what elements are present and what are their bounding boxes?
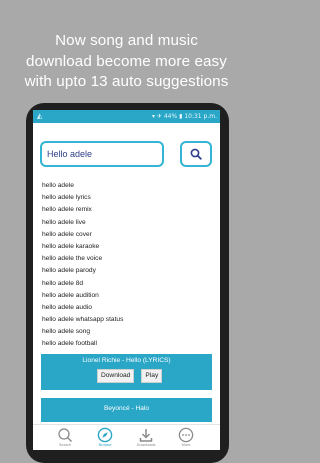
promo-line-3: with upto 13 auto suggestions xyxy=(24,73,229,90)
suggestion-item[interactable]: hello adele song xyxy=(42,326,212,338)
result-title: Beyoncé - Halo xyxy=(103,405,150,412)
result-title: Lionel Richie - Hello (LYRICS) xyxy=(82,357,171,364)
suggestion-item[interactable]: hello adele lyrics xyxy=(42,192,212,204)
suggestion-item[interactable]: hello adele football xyxy=(42,338,212,350)
search-input-value: Hello adele xyxy=(47,149,93,159)
search-input[interactable]: Hello adele xyxy=(40,141,164,167)
nav-more[interactable]: More xyxy=(166,425,206,448)
network-level: 44% xyxy=(163,113,178,120)
bottom-navigation: Search Browse Downloads More xyxy=(33,424,220,450)
airplane-icon: ✈ xyxy=(156,113,162,120)
more-icon xyxy=(178,427,194,443)
nav-label: Search xyxy=(58,443,72,447)
suggestion-item[interactable]: hello adele remix xyxy=(42,204,212,216)
compass-icon xyxy=(97,427,113,443)
nav-label: More xyxy=(181,443,191,447)
play-button[interactable]: Play xyxy=(141,369,163,383)
nav-search[interactable]: Search xyxy=(45,425,85,448)
status-time: 10:31 p.m. xyxy=(184,113,217,120)
search-icon xyxy=(58,428,73,443)
status-bar: ◭ ▾ ✈ 44% ▮ 10:31 p.m. xyxy=(33,110,220,123)
suggestion-item[interactable]: hello adele audio xyxy=(42,302,212,314)
suggestion-list: hello adele hello adele lyrics hello ade… xyxy=(42,180,212,351)
suggestion-item[interactable]: hello adele parody xyxy=(42,265,212,277)
promo-line-2: download become more easy xyxy=(26,52,227,70)
suggestion-item[interactable]: hello adele xyxy=(42,180,212,192)
suggestion-item[interactable]: hello adele cover xyxy=(42,229,212,241)
result-card: Beyoncé - Halo xyxy=(41,398,212,422)
download-button[interactable]: Download xyxy=(97,369,135,383)
battery-icon: ▮ xyxy=(179,113,183,120)
suggestion-item[interactable]: hello adele karaoke xyxy=(42,241,212,253)
suggestion-item[interactable]: hello adele whatsapp status xyxy=(42,314,212,326)
wifi-icon: ▾ xyxy=(151,113,155,120)
suggestion-item[interactable]: hello adele 8d xyxy=(42,278,212,290)
search-icon xyxy=(190,148,202,160)
phone-screen: ◭ ▾ ✈ 44% ▮ 10:31 p.m. Hello adele hello… xyxy=(33,110,220,450)
nav-label: Downloads xyxy=(136,443,156,447)
app-notification-icon: ◭ xyxy=(37,112,43,120)
suggestion-item[interactable]: hello adele audition xyxy=(42,290,212,302)
suggestion-item[interactable]: hello adele the voice xyxy=(42,253,212,265)
nav-downloads[interactable]: Downloads xyxy=(126,425,166,448)
search-button[interactable] xyxy=(180,141,212,167)
nav-label: Browse xyxy=(98,443,112,447)
nav-browse[interactable]: Browse xyxy=(85,425,125,448)
status-right: ▾ ✈ 44% ▮ 10:31 p.m. xyxy=(152,110,217,123)
promo-headline: Now song and music download become more … xyxy=(0,31,253,93)
search-area: Hello adele xyxy=(33,123,220,168)
download-icon xyxy=(139,429,153,442)
promo-line-1: Now song and music xyxy=(55,32,198,49)
result-card: Lionel Richie - Hello (LYRICS) Download … xyxy=(41,354,212,390)
suggestion-item[interactable]: hello adele live xyxy=(42,217,212,229)
result-actions: Download Play xyxy=(97,369,164,388)
